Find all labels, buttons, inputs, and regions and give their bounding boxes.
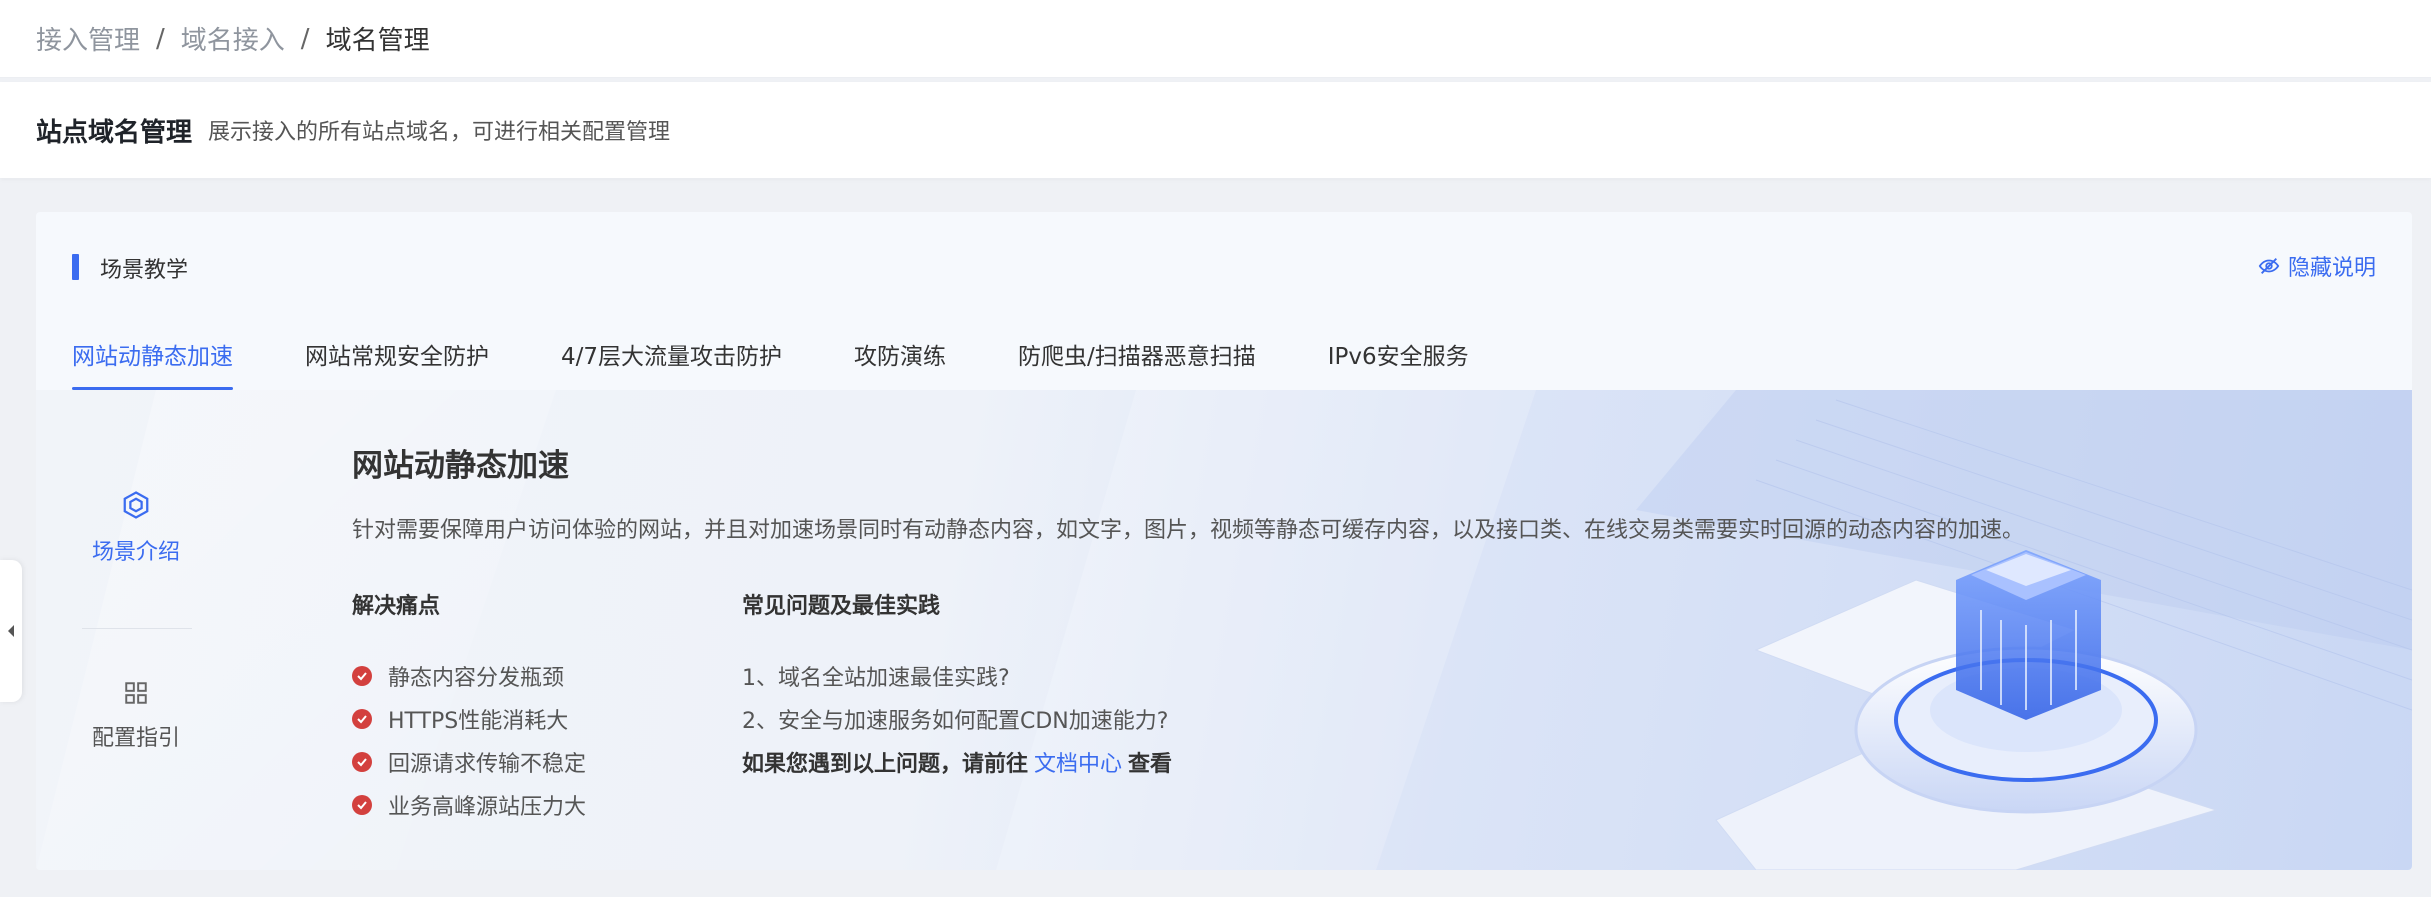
- side-item-label: 场景介绍: [91, 540, 180, 565]
- list-item: 静态内容分发瓶颈: [352, 654, 586, 697]
- title-accent-bar: [72, 254, 79, 280]
- faq-link-cdn-config[interactable]: 2、安全与加速服务如何配置CDN加速能力?: [742, 697, 1172, 740]
- scenario-title: 网站动静态加速: [352, 448, 569, 484]
- scenario-panel: 场景介绍 配置指引 网站动静态加速 针对需要保障用户访问体验的网站，并且对加速场…: [36, 390, 2412, 870]
- doc-center-link[interactable]: 文档中心: [1034, 746, 1122, 778]
- eye-off-icon: [2258, 258, 2280, 274]
- faq-list: 1、域名全站加速最佳实践? 2、安全与加速服务如何配置CDN加速能力? 如果您遇…: [742, 654, 1172, 783]
- check-circle-icon: [352, 794, 372, 815]
- card-header: 场景教学 隐藏说明: [36, 212, 2412, 320]
- sidebar-toggle-handle[interactable]: [0, 560, 22, 702]
- side-item-scenario-intro[interactable]: 场景介绍: [36, 490, 236, 566]
- grid-icon: [125, 682, 147, 704]
- breadcrumb: 接入管理 / 域名接入 / 域名管理: [0, 0, 2431, 78]
- faq-note-suffix: 查看: [1128, 751, 1173, 777]
- tab-anti-crawler[interactable]: 防爬虫/扫描器恶意扫描: [1018, 332, 1256, 390]
- pain-points-list: 静态内容分发瓶颈 HTTPS性能消耗大 回源请求传输不稳定 业务高峰源站压力大: [352, 654, 586, 826]
- pain-point-text: HTTPS性能消耗大: [388, 708, 569, 734]
- pain-point-text: 业务高峰源站压力大: [388, 794, 587, 820]
- page-title: 站点域名管理: [36, 117, 193, 148]
- list-item: HTTPS性能消耗大: [352, 697, 586, 740]
- check-circle-icon: [352, 708, 372, 729]
- breadcrumb-item-domain-management: 域名管理: [325, 26, 430, 56]
- page-header: 站点域名管理 展示接入的所有站点域名，可进行相关配置管理: [0, 82, 2431, 178]
- list-item: 业务高峰源站压力大: [352, 783, 586, 826]
- scenario-side-nav: 场景介绍 配置指引: [36, 390, 236, 870]
- breadcrumb-item-access[interactable]: 接入管理: [36, 20, 140, 57]
- side-divider: [82, 628, 192, 629]
- caret-left-icon: [8, 625, 14, 637]
- faq-title: 常见问题及最佳实践: [742, 594, 941, 619]
- hide-explanation-label: 隐藏说明: [2287, 256, 2376, 281]
- hide-explanation-button[interactable]: 隐藏说明: [2258, 250, 2376, 282]
- faq-link-full-site-acceleration[interactable]: 1、域名全站加速最佳实践?: [742, 654, 1172, 697]
- side-item-config-guide[interactable]: 配置指引: [36, 680, 236, 752]
- tab-ipv6-security[interactable]: IPv6安全服务: [1328, 332, 1469, 390]
- tab-ddos-protection[interactable]: 4/7层大流量攻击防护: [561, 332, 782, 390]
- check-circle-icon: [352, 751, 372, 772]
- list-item: 回源请求传输不稳定: [352, 740, 586, 783]
- page-description: 展示接入的所有站点域名，可进行相关配置管理: [208, 120, 671, 145]
- breadcrumb-separator: /: [300, 23, 310, 54]
- faq-note: 如果您遇到以上问题，请前往 文档中心 查看: [742, 740, 1172, 783]
- check-circle-icon: [352, 665, 372, 686]
- scenario-tabs: 网站动静态加速 网站常规安全防护 4/7层大流量攻击防护 攻防演练 防爬虫/扫描…: [72, 332, 1541, 390]
- breadcrumb-separator: /: [156, 23, 165, 54]
- card-title: 场景教学: [100, 258, 189, 283]
- scenario-description: 针对需要保障用户访问体验的网站，并且对加速场景同时有动静态内容，如文字，图片，视…: [352, 518, 2025, 543]
- tab-attack-defense-drill[interactable]: 攻防演练: [854, 332, 946, 390]
- tab-regular-security[interactable]: 网站常规安全防护: [305, 332, 489, 390]
- side-item-label: 配置指引: [91, 726, 180, 751]
- cube-icon: [123, 491, 149, 519]
- scenario-card: 场景教学 隐藏说明 网站动静态加速 网站常规安全防护 4/7层大流量攻击防护 攻…: [36, 212, 2412, 870]
- pain-points-title: 解决痛点: [352, 594, 441, 619]
- pain-point-text: 回源请求传输不稳定: [388, 751, 587, 777]
- tab-dynamic-static-acceleration[interactable]: 网站动静态加速: [72, 332, 233, 390]
- pain-point-text: 静态内容分发瓶颈: [388, 665, 565, 691]
- faq-note-prefix: 如果您遇到以上问题，请前往: [742, 751, 1029, 777]
- breadcrumb-item-domain-access[interactable]: 域名接入: [181, 20, 285, 57]
